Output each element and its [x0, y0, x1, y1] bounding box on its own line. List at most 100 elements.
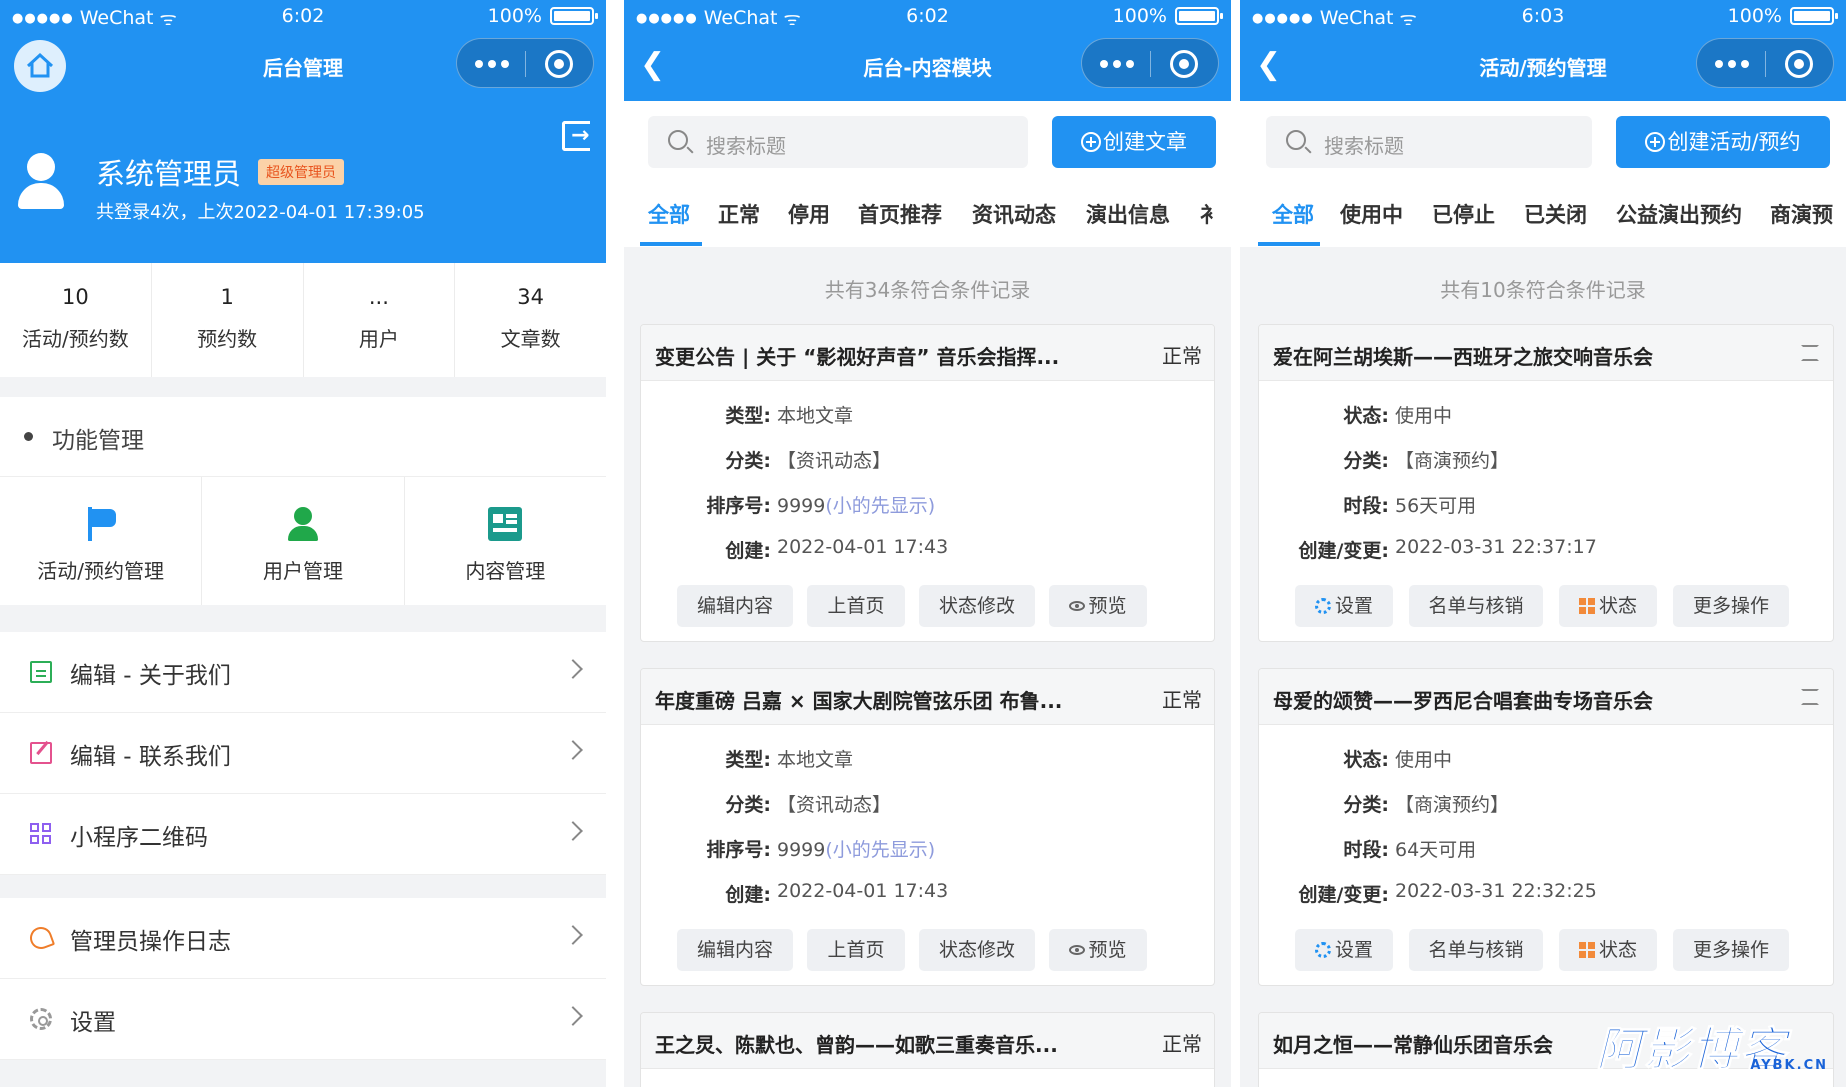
activity-title[interactable]: 母爱的颂赞——罗西尼合唱套曲专场音乐会: [1273, 685, 1783, 714]
status-button[interactable]: 状态: [1559, 929, 1657, 971]
create-article-button[interactable]: 创建文章: [1052, 116, 1216, 168]
search-input[interactable]: 搜索标题: [648, 116, 1028, 168]
article-title[interactable]: 年度重磅 吕嘉 × 国家大剧院管弦乐团 布鲁...: [655, 685, 1104, 714]
set-home-button[interactable]: 上首页: [807, 585, 905, 627]
article-card: 年度重磅 吕嘉 × 国家大剧院管弦乐团 布鲁... 正常 类型: 本地文章 分类:…: [640, 668, 1215, 986]
more-icon[interactable]: [475, 60, 509, 68]
chevron-right-icon: [563, 659, 583, 679]
list-verify-button[interactable]: 名单与核销: [1409, 929, 1543, 971]
edit-icon: [30, 661, 52, 683]
chevron-right-icon: [563, 1006, 583, 1026]
article-title[interactable]: 王之炅、陈默也、曾韵——如歌三重奏音乐...: [655, 1029, 1104, 1058]
close-mini-program-icon[interactable]: [1170, 50, 1198, 78]
tab-performance-info[interactable]: 演出信息: [1086, 199, 1170, 229]
nav-bar: ●●●●● WeChat ᯤ 6:02 100% 后台管理: [0, 0, 606, 101]
func-activity-management[interactable]: 活动/预约管理: [0, 477, 203, 605]
article-card: 王之炅、陈默也、曾韵——如歌三重奏音乐... 正常: [640, 1012, 1215, 1087]
active-tab-indicator: [640, 242, 702, 246]
tab-commercial-booking[interactable]: 商演预: [1770, 199, 1833, 229]
status-bar: ●●●●● WeChat ᯤ 6:03 100%: [1240, 0, 1846, 32]
tab-stopped[interactable]: 已停止: [1432, 199, 1495, 229]
filter-tabs: 全部 正常 停用 首页推荐 资讯动态 演出信息 衤: [624, 173, 1231, 247]
logout-icon[interactable]: [562, 121, 590, 151]
tab-closed[interactable]: 已关闭: [1524, 199, 1587, 229]
more-icon[interactable]: [1715, 60, 1749, 68]
search-icon: [668, 130, 688, 150]
field-row: 时段: 56天可用: [1343, 495, 1477, 517]
tab-all[interactable]: 全部: [1272, 199, 1314, 229]
stat-users[interactable]: ... 用户: [304, 263, 456, 377]
tab-more[interactable]: 衤: [1200, 199, 1221, 229]
menu-qrcode[interactable]: 小程序二维码: [0, 794, 606, 875]
menu-settings[interactable]: 设置: [0, 979, 606, 1060]
field-row: 创建: 2022-04-01 17:43: [725, 880, 949, 906]
record-count: 共有10条符合条件记录: [1440, 278, 1646, 302]
menu-edit-contact[interactable]: 编辑 - 联系我们: [0, 713, 606, 794]
settings-button[interactable]: 设置: [1295, 585, 1393, 627]
close-mini-program-icon[interactable]: [545, 50, 573, 78]
plus-circle-icon: [1081, 132, 1101, 152]
battery-percent: 100%: [1112, 5, 1167, 27]
tab-in-use[interactable]: 使用中: [1340, 199, 1403, 229]
status-bar: ●●●●● WeChat ᯤ 6:02 100%: [624, 0, 1231, 32]
list-verify-button[interactable]: 名单与核销: [1409, 585, 1543, 627]
tab-news[interactable]: 资讯动态: [972, 199, 1056, 229]
tab-charity-booking[interactable]: 公益演出预约: [1616, 199, 1742, 229]
more-icon[interactable]: [1100, 60, 1134, 68]
more-actions-button[interactable]: 更多操作: [1673, 929, 1789, 971]
function-grid: 活动/预约管理 用户管理 内容管理: [0, 477, 606, 605]
preview-button[interactable]: 预览: [1049, 929, 1147, 971]
expand-icon[interactable]: [1801, 689, 1819, 705]
close-mini-program-icon[interactable]: [1785, 50, 1813, 78]
func-content-management[interactable]: 内容管理: [405, 477, 606, 605]
stat-activities[interactable]: 10 活动/预约数: [0, 263, 152, 377]
edit-content-button[interactable]: 编辑内容: [677, 585, 793, 627]
flag-icon: [84, 507, 118, 541]
stat-articles[interactable]: 34 文章数: [455, 263, 606, 377]
func-user-management[interactable]: 用户管理: [202, 477, 405, 605]
field-row: 时段: 64天可用: [1343, 839, 1477, 861]
stat-bookings[interactable]: 1 预约数: [152, 263, 304, 377]
more-actions-button[interactable]: 更多操作: [1673, 585, 1789, 627]
tab-home-recommend[interactable]: 首页推荐: [858, 199, 942, 229]
battery-icon: [550, 7, 598, 25]
qrcode-icon: [30, 823, 52, 845]
menu-edit-about[interactable]: 编辑 - 关于我们: [0, 632, 606, 713]
battery-icon: [1175, 7, 1223, 25]
eye-icon: [1069, 945, 1086, 955]
search-input[interactable]: 搜索标题: [1266, 116, 1592, 168]
activity-card: 母爱的颂赞——罗西尼合唱套曲专场音乐会 状态: 使用中 分类: 【商演预约】 时段:…: [1258, 668, 1834, 986]
plus-circle-icon: [1645, 132, 1666, 152]
tab-all[interactable]: 全部: [648, 199, 690, 229]
field-row: 类型: 本地文章: [725, 749, 854, 771]
news-icon: [488, 507, 523, 541]
change-status-button[interactable]: 状态修改: [919, 585, 1035, 627]
tab-normal[interactable]: 正常: [718, 199, 760, 229]
status-button[interactable]: 状态: [1559, 585, 1657, 627]
change-status-button[interactable]: 状态修改: [919, 929, 1035, 971]
settings-button[interactable]: 设置: [1295, 929, 1393, 971]
preview-button[interactable]: 预览: [1049, 585, 1147, 627]
article-title[interactable]: 变更公告 | 关于 “影视好声音” 音乐会指挥...: [655, 341, 1104, 370]
field-row: 分类: 【资讯动态】: [725, 794, 892, 816]
nav-bar: ●●●●● WeChat ᯤ 6:02 100% ❮ 后台-内容模块: [624, 0, 1231, 101]
tab-disabled[interactable]: 停用: [788, 199, 830, 229]
menu-group-edit: 编辑 - 关于我们 编辑 - 联系我们 小程序二维码: [0, 632, 606, 875]
battery-percent: 100%: [487, 5, 542, 27]
status-badge: 正常: [1162, 688, 1202, 712]
battery-percent: 100%: [1727, 5, 1782, 27]
site-watermark-logo: 阿影博客 AYBK.CN: [1596, 1022, 1828, 1077]
avatar: [18, 153, 64, 209]
menu-group-system: 管理员操作日志 设置: [0, 898, 606, 1060]
user-icon: [286, 507, 320, 541]
edit-content-button[interactable]: 编辑内容: [677, 929, 793, 971]
mini-program-capsule: [456, 38, 594, 88]
status-badge: 正常: [1162, 1032, 1202, 1056]
create-activity-button[interactable]: 创建活动/预约: [1616, 116, 1830, 168]
set-home-button[interactable]: 上首页: [807, 929, 905, 971]
activity-title[interactable]: 爱在阿兰胡埃斯——西班牙之旅交响音乐会: [1273, 341, 1783, 370]
field-row: 类型: 本地文章: [725, 405, 854, 427]
expand-icon[interactable]: [1801, 345, 1819, 361]
menu-admin-log[interactable]: 管理员操作日志: [0, 898, 606, 979]
mini-program-capsule: [1696, 38, 1834, 88]
